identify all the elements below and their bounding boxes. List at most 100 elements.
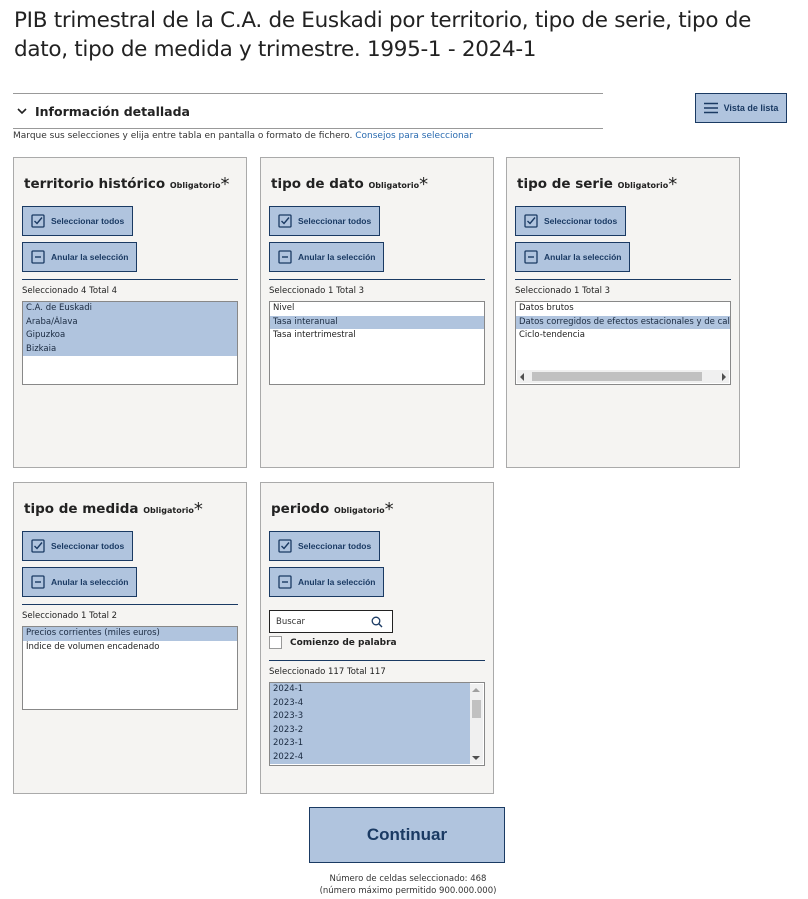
divider	[269, 279, 485, 280]
max-cells-note: (número máximo permitido 900.000.000)	[319, 886, 497, 896]
select-all-button[interactable]: Seleccionar todos	[269, 531, 380, 561]
page-title: PIB trimestral de la C.A. de Euskadi por…	[14, 8, 752, 62]
required-label: Obligatorio	[368, 181, 420, 190]
panel-title-text: periodo	[271, 501, 330, 517]
select-all-button[interactable]: Seleccionar todos	[22, 206, 133, 236]
values-listbox[interactable]: C.A. de Euskadi Araba/Álava Gipuzkoa Biz…	[22, 301, 238, 385]
search-input[interactable]	[270, 616, 370, 627]
scrollbar-thumb[interactable]	[532, 372, 702, 381]
panel-title-text: tipo de medida	[24, 501, 139, 517]
checkbox-checked-icon	[524, 214, 538, 228]
select-all-button[interactable]: Seleccionar todos	[269, 206, 380, 236]
panel-title-text: territorio histórico	[24, 176, 166, 192]
checkbox-checked-icon	[278, 539, 292, 553]
list-item[interactable]: 2023-3	[270, 710, 470, 724]
list-item[interactable]: 2023-2	[270, 723, 470, 737]
deselect-label: Anular la selección	[51, 577, 129, 587]
variable-panel-tipo-medida: tipo de medida Obligatorio* Seleccionar …	[13, 482, 247, 794]
list-item[interactable]: Datos brutos	[516, 302, 730, 316]
required-star: *	[419, 174, 429, 195]
list-item[interactable]: Precios corrientes (miles euros)	[23, 627, 237, 641]
select-all-label: Seleccionar todos	[51, 541, 125, 551]
selection-count: Seleccionado 1 Total 2	[22, 611, 118, 621]
continue-button[interactable]: Continuar	[309, 807, 505, 863]
variable-panel-tipo-serie: tipo de serie Obligatorio* Seleccionar t…	[506, 157, 740, 468]
checkbox-minus-icon	[31, 250, 45, 264]
list-icon	[703, 102, 718, 114]
divider	[515, 279, 731, 280]
values-listbox[interactable]: 2024-1 2023-4 2023-3 2023-2 2023-1 2022-…	[269, 682, 485, 766]
values-listbox[interactable]: Datos brutos Datos corregidos de efectos…	[515, 301, 731, 385]
word-start-checkbox[interactable]	[269, 636, 282, 649]
search-icon[interactable]	[371, 616, 383, 628]
panel-title: tipo de dato Obligatorio*	[271, 174, 428, 195]
required-label: Obligatorio	[143, 506, 194, 515]
horizontal-scrollbar[interactable]	[517, 370, 729, 383]
panel-title: territorio histórico Obligatorio*	[24, 174, 229, 195]
scroll-down-icon[interactable]	[472, 756, 480, 760]
deselect-label: Anular la selección	[51, 252, 129, 262]
selection-count: Seleccionado 1 Total 3	[515, 286, 611, 296]
list-item[interactable]: Gipuzkoa	[23, 329, 237, 343]
values-listbox[interactable]: Nivel Tasa interanual Tasa intertrimestr…	[269, 301, 485, 385]
select-all-label: Seleccionar todos	[298, 541, 372, 551]
deselect-button[interactable]: Anular la selección	[22, 567, 137, 597]
info-detail-toggle[interactable]: Información detallada	[13, 93, 603, 129]
selection-count: Seleccionado 4 Total 4	[22, 286, 118, 296]
list-item[interactable]: Tasa interanual	[270, 315, 484, 329]
list-view-label: Vista de lista	[723, 103, 779, 113]
list-item[interactable]: Ciclo-tendencia	[516, 329, 730, 343]
select-all-button[interactable]: Seleccionar todos	[22, 531, 133, 561]
select-all-button[interactable]: Seleccionar todos	[515, 206, 626, 236]
panel-title: tipo de medida Obligatorio*	[24, 499, 203, 520]
list-item[interactable]: 2023-4	[270, 696, 470, 710]
panel-title-text: tipo de dato	[271, 176, 364, 192]
chevron-down-icon	[17, 108, 27, 115]
list-item[interactable]: Araba/Álava	[23, 315, 237, 329]
scroll-left-icon[interactable]	[520, 373, 524, 381]
selection-count: Seleccionado 117 Total 117	[269, 667, 386, 677]
required-star: *	[384, 499, 394, 520]
list-item[interactable]: 2024-1	[270, 683, 470, 697]
search-box	[269, 610, 393, 633]
divider	[22, 604, 238, 605]
deselect-button[interactable]: Anular la selección	[515, 242, 630, 272]
values-listbox[interactable]: Precios corrientes (miles euros) Índice …	[22, 626, 238, 710]
panel-title: periodo Obligatorio*	[271, 499, 394, 520]
list-item[interactable]: C.A. de Euskadi	[23, 302, 237, 316]
instructions-text: Marque sus selecciones y elija entre tab…	[13, 131, 353, 141]
required-star: *	[668, 174, 678, 195]
deselect-button[interactable]: Anular la selección	[269, 567, 384, 597]
deselect-button[interactable]: Anular la selección	[269, 242, 384, 272]
required-label: Obligatorio	[334, 506, 385, 515]
selected-cells-count: Número de celdas seleccionado: 468	[329, 874, 487, 884]
list-item[interactable]: Nivel	[270, 302, 484, 316]
word-start-option[interactable]: Comienzo de palabra	[269, 636, 397, 649]
scroll-right-icon[interactable]	[722, 373, 726, 381]
select-all-label: Seleccionar todos	[298, 216, 372, 226]
list-item[interactable]: Datos corregidos de efectos estacionales…	[516, 315, 730, 329]
checkbox-minus-icon	[524, 250, 538, 264]
list-item[interactable]: 2023-1	[270, 737, 470, 751]
scrollbar-thumb[interactable]	[472, 700, 481, 718]
checkbox-minus-icon	[278, 250, 292, 264]
tips-link[interactable]: Consejos para seleccionar	[355, 131, 473, 141]
checkbox-checked-icon	[31, 214, 45, 228]
required-label: Obligatorio	[617, 181, 669, 190]
deselect-button[interactable]: Anular la selección	[22, 242, 137, 272]
checkbox-minus-icon	[31, 575, 45, 589]
select-all-label: Seleccionar todos	[544, 216, 618, 226]
checkbox-checked-icon	[278, 214, 292, 228]
scroll-up-icon[interactable]	[472, 688, 480, 692]
divider	[269, 660, 485, 661]
list-item[interactable]: Tasa intertrimestral	[270, 329, 484, 343]
list-item[interactable]: Bizkaia	[23, 342, 237, 356]
deselect-label: Anular la selección	[298, 577, 376, 587]
list-view-button[interactable]: Vista de lista	[695, 93, 787, 123]
list-item[interactable]: Índice de volumen encadenado	[23, 641, 237, 655]
checkbox-minus-icon	[278, 575, 292, 589]
instructions: Marque sus selecciones y elija entre tab…	[13, 131, 473, 141]
required-star: *	[193, 499, 203, 520]
vertical-scrollbar[interactable]	[470, 684, 483, 764]
list-item[interactable]: 2022-4	[270, 750, 470, 764]
